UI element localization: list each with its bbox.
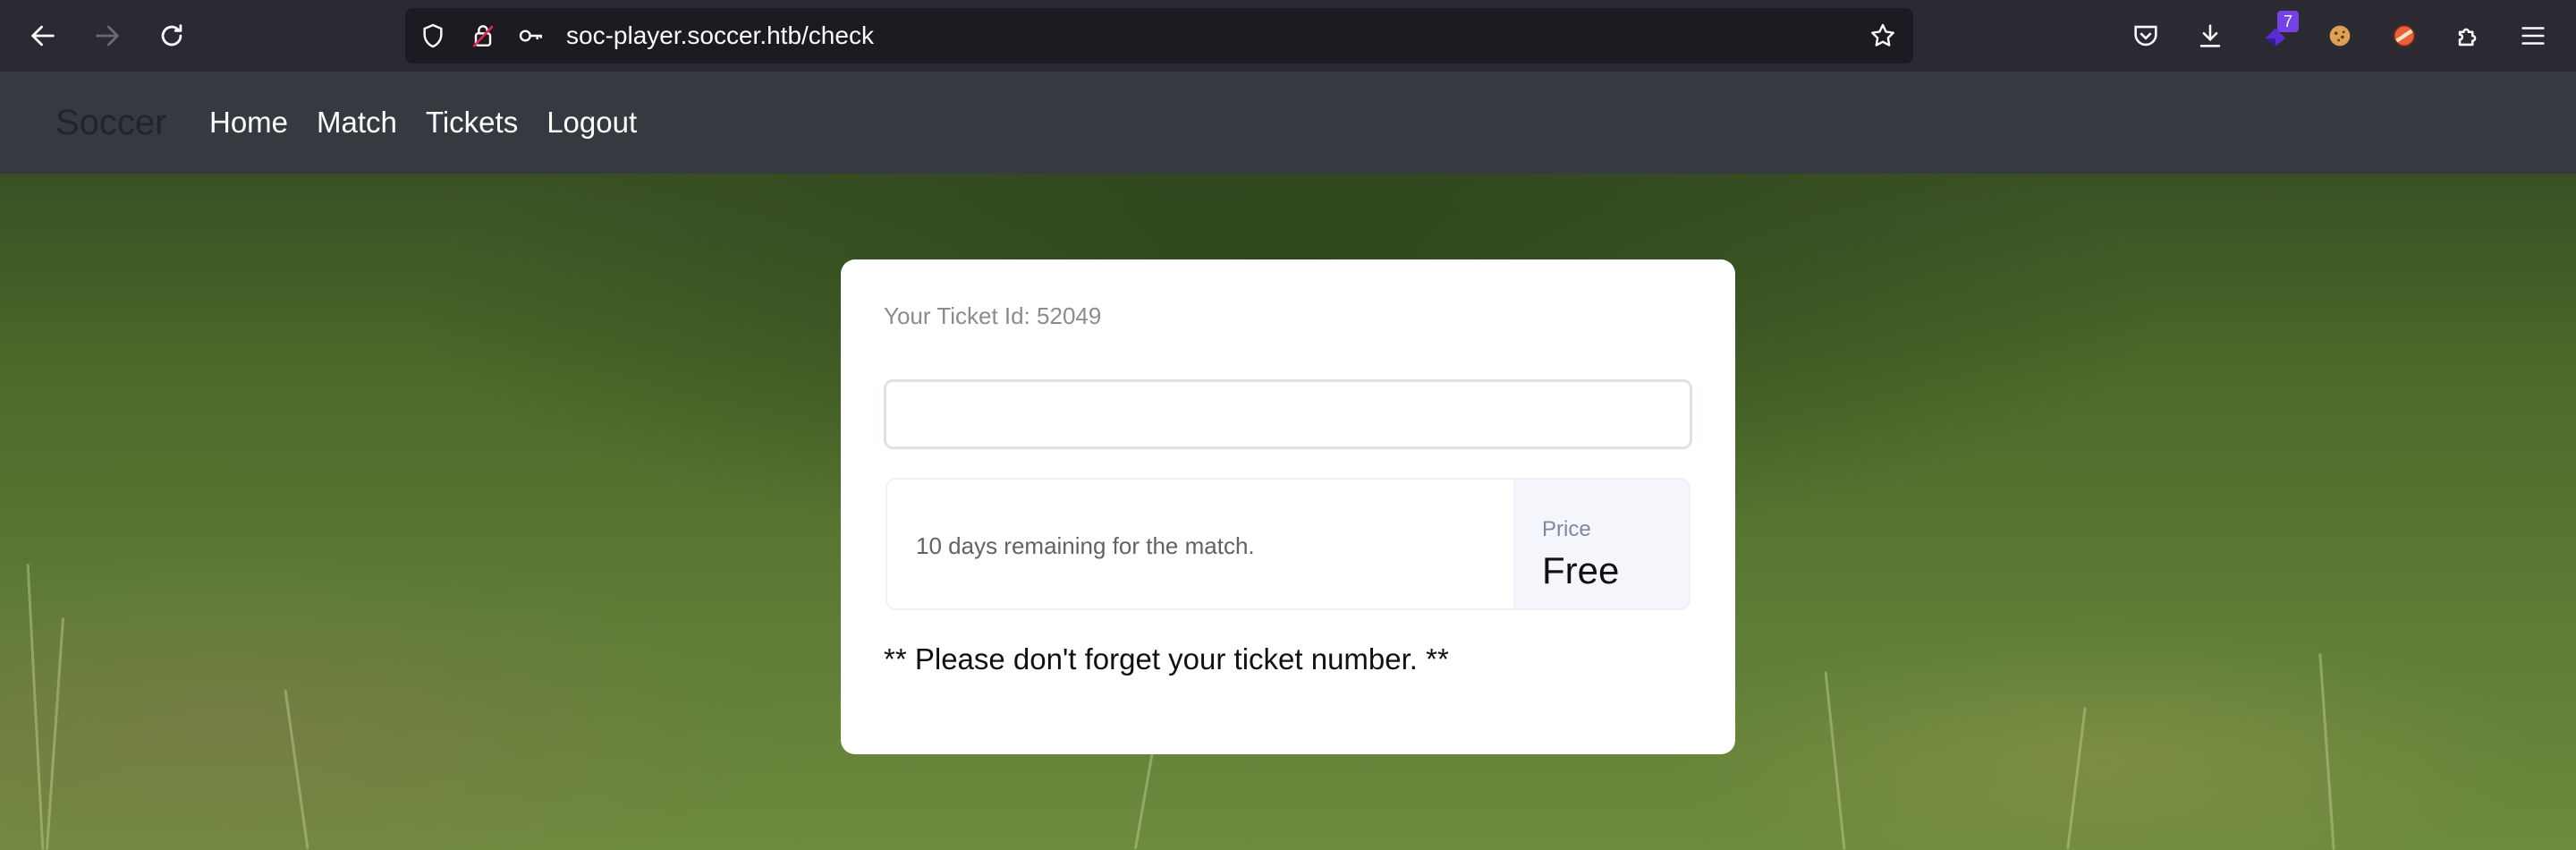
extension-badge-icon[interactable]: 7 [2258, 11, 2299, 54]
back-button[interactable] [25, 18, 61, 54]
download-icon[interactable] [2192, 18, 2228, 54]
key-icon[interactable] [516, 21, 547, 51]
back-icon [31, 25, 55, 47]
url-text[interactable]: soc-player.soccer.htb/check [566, 8, 874, 64]
forward-button[interactable] [89, 18, 125, 54]
puzzle-icon[interactable] [2451, 18, 2487, 54]
nav-links: Home Match Tickets Logout [209, 72, 637, 174]
price-panel: Price Free [1513, 480, 1689, 608]
pocket-icon[interactable] [2128, 18, 2164, 54]
browser-toolbar: soc-player.soccer.htb/check 7 [0, 0, 2576, 72]
price-label: Price [1542, 517, 1591, 541]
price-value: Free [1542, 549, 1620, 591]
extension-badge-count: 7 [2277, 11, 2299, 32]
ticket-reminder-note: ** Please don't forget your ticket numbe… [884, 642, 1449, 676]
cookie-icon[interactable] [2322, 18, 2358, 54]
ticket-input[interactable] [884, 379, 1692, 449]
shield-icon[interactable] [418, 21, 448, 51]
days-remaining-text: 10 days remaining for the match. [916, 532, 1255, 559]
reload-button[interactable] [154, 18, 190, 54]
extension-icon[interactable] [2386, 18, 2422, 54]
forward-icon [96, 25, 119, 47]
ticket-id-label: Your Ticket Id: 52049 [884, 302, 1102, 329]
menu-icon[interactable] [2515, 18, 2551, 54]
nav-match-link[interactable]: Match [317, 106, 397, 140]
nav-logout-link[interactable]: Logout [547, 106, 637, 140]
match-info-box: 10 days remaining for the match. Price F… [886, 478, 1690, 610]
ticket-card: Your Ticket Id: 52049 10 days remaining … [841, 259, 1735, 754]
insecure-lock-icon[interactable] [468, 21, 498, 51]
url-bar[interactable]: soc-player.soccer.htb/check [405, 8, 1913, 64]
nav-tickets-link[interactable]: Tickets [426, 106, 518, 140]
nav-home-link[interactable]: Home [209, 106, 288, 140]
site-brand[interactable]: Soccer [55, 72, 167, 174]
reload-icon [161, 24, 182, 47]
site-navbar: Soccer Home Match Tickets Logout [0, 72, 2576, 174]
star-icon[interactable] [1868, 21, 1898, 51]
